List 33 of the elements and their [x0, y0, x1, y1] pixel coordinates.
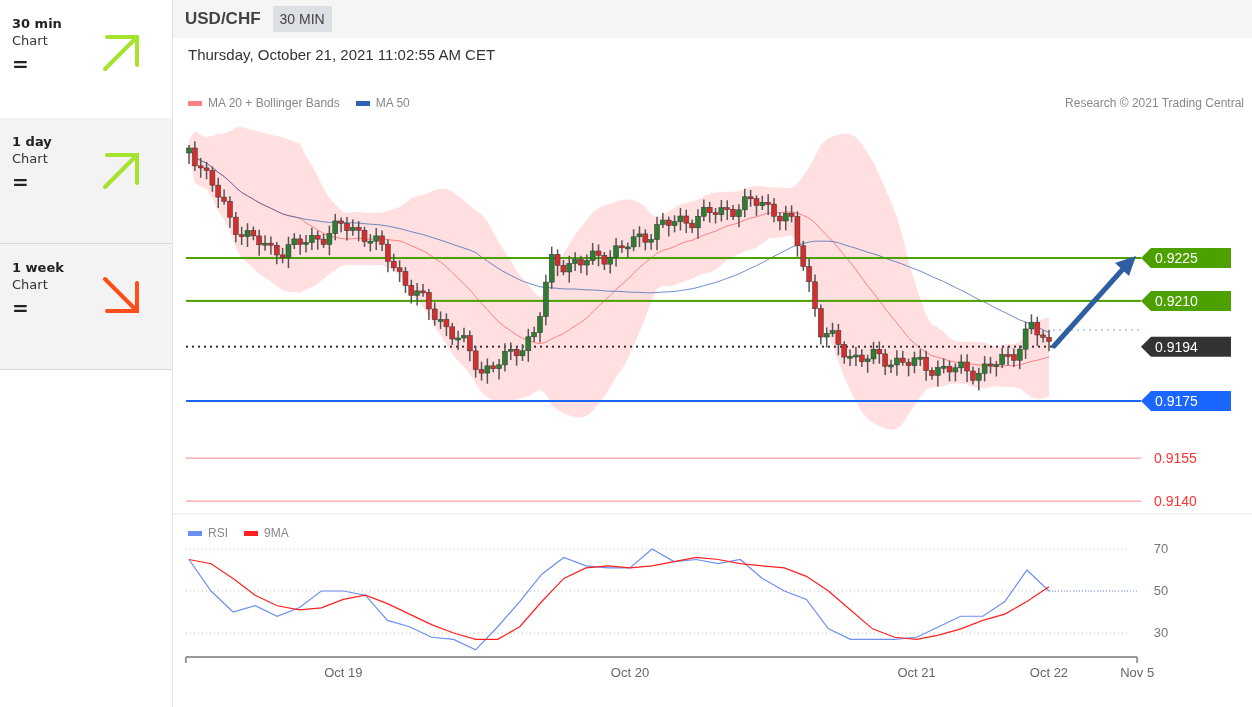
axis-tick-label: 70 — [1153, 541, 1169, 556]
legend-label: RSI — [208, 526, 228, 540]
price-tag: 0.9210 — [1141, 290, 1231, 311]
interval-badge: 30 MIN — [272, 6, 332, 32]
price-tag: 0.9194 — [1141, 336, 1231, 357]
axis-tick-label: Oct 20 — [610, 665, 650, 680]
price-label: 0.9155 — [1154, 450, 1197, 467]
timeframe-card[interactable]: 1 day Chart = — [0, 118, 172, 244]
axis-tick-label: 50 — [1153, 583, 1169, 598]
timeframe-title: 1 week — [12, 260, 64, 275]
timeframe-card[interactable]: 1 week Chart = — [0, 244, 172, 370]
timeframe-label: Chart — [12, 151, 49, 166]
axis-tick-label: Nov 5 — [1120, 665, 1155, 680]
axis-tick-label: Oct 22 — [1029, 665, 1069, 680]
axis-tick-label: Oct 21 — [897, 665, 936, 680]
signal-mark: = — [12, 52, 30, 76]
timeframe-label: Chart — [12, 33, 49, 48]
signal-mark: = — [12, 170, 30, 194]
timeframe-title: 1 day — [12, 134, 52, 149]
copyright-text: Research © 2021 Trading Central — [1065, 96, 1244, 110]
legend-label: 9MA — [264, 526, 289, 540]
signal-mark: = — [12, 296, 30, 320]
legend-label: MA 20 + Bollinger Bands — [208, 96, 340, 110]
timeframe-title: 30 min — [12, 16, 62, 31]
timeframe-label: Chart — [12, 277, 49, 292]
axis-tick-label: 30 — [1153, 625, 1169, 641]
axis-tick-label: Oct 19 — [324, 665, 363, 680]
price-tag: 0.9225 — [1141, 248, 1231, 268]
price-label: 0.9140 — [1154, 493, 1197, 510]
symbol-title: USD/CHF — [185, 9, 261, 29]
price-tag: 0.9175 — [1141, 391, 1231, 411]
legend-label: MA 50 — [375, 96, 410, 110]
timestamp: Thursday, October 21, 2021 11:02:55 AM CET — [187, 45, 497, 65]
